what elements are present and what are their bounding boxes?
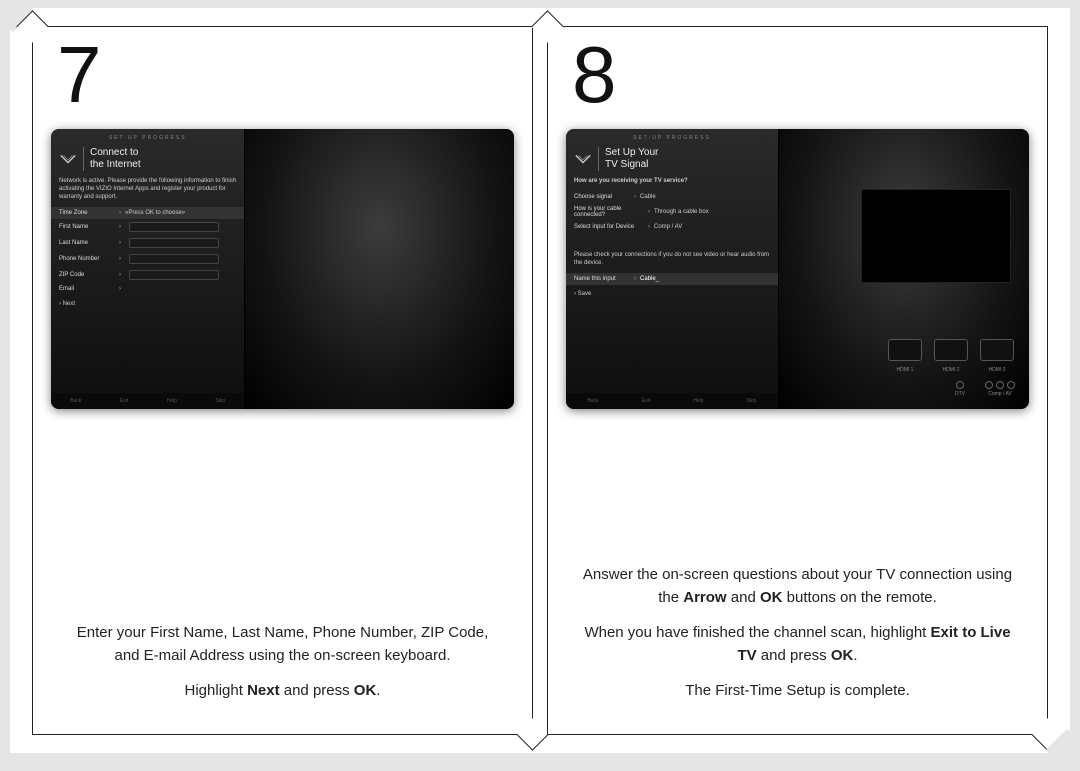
tv-title-line1: Connect to bbox=[90, 147, 138, 158]
tv-progress-header: SET-UP PROGRESS bbox=[59, 135, 236, 141]
tv-title-line2: TV Signal bbox=[605, 159, 648, 170]
row-name-input[interactable]: Name this input › Cable_ bbox=[566, 273, 778, 285]
tv-screenshot-tv-signal: SET-UP PROGRESS Set Up Your TV Signal Ho… bbox=[566, 129, 1029, 409]
footer-skip[interactable]: Skip bbox=[215, 398, 225, 404]
chevron-right-icon: › bbox=[119, 272, 121, 278]
row-time-zone[interactable]: Time Zone › «Press OK to choose» bbox=[51, 207, 244, 219]
last-name-field[interactable] bbox=[129, 238, 219, 248]
tv-question: How are you receiving your TV service? bbox=[574, 177, 770, 185]
input-thumbnails: HDMI 1 HDMI 2 HDMI 3 bbox=[887, 339, 1015, 373]
tv-title: Set Up Your TV Signal bbox=[605, 147, 658, 171]
footer-help[interactable]: Help bbox=[167, 398, 177, 404]
tv-title-line2: the Internet bbox=[90, 159, 141, 170]
av-inputs-row: DTV Comp / AV bbox=[955, 381, 1015, 397]
first-name-label: First Name bbox=[59, 224, 115, 230]
hdmi3-label: HDMI 3 bbox=[989, 367, 1006, 373]
tv-left-pane: SET-UP PROGRESS Connect to the Internet … bbox=[51, 129, 245, 409]
hdmi1-thumb[interactable] bbox=[888, 339, 922, 361]
cable-connected-value: Through a cable box bbox=[654, 209, 709, 215]
row-first-name[interactable]: First Name › bbox=[59, 219, 236, 235]
zip-field[interactable] bbox=[129, 270, 219, 280]
compav-input[interactable]: Comp / AV bbox=[985, 381, 1015, 397]
step-number: 7 bbox=[57, 29, 100, 121]
footer-back[interactable]: Back bbox=[70, 398, 81, 404]
footer-skip[interactable]: Skip bbox=[747, 398, 757, 404]
next-button[interactable]: › Next bbox=[59, 301, 236, 307]
chevron-right-icon: › bbox=[119, 224, 121, 230]
vizio-logo-icon bbox=[574, 153, 592, 165]
tv-title: Connect to the Internet bbox=[90, 147, 141, 171]
hdmi2-thumb[interactable] bbox=[934, 339, 968, 361]
tv-title-row: Set Up Your TV Signal bbox=[574, 147, 770, 171]
name-input-label: Name this input bbox=[574, 276, 630, 282]
tv-progress-header: SET-UP PROGRESS bbox=[574, 135, 770, 141]
title-separator bbox=[598, 147, 599, 171]
email-label: Email bbox=[59, 286, 115, 292]
chevron-right-icon: › bbox=[648, 224, 650, 230]
preview-window bbox=[861, 189, 1011, 283]
hdmi3-thumb[interactable] bbox=[980, 339, 1014, 361]
dtv-label: DTV bbox=[955, 391, 965, 397]
row-zip[interactable]: ZIP Code › bbox=[59, 267, 236, 283]
tv-right-pane: HDMI 1 HDMI 2 HDMI 3 DTV Comp / AV bbox=[779, 129, 1029, 409]
tv-footer: Back Exit Help Skip bbox=[51, 393, 244, 409]
row-email[interactable]: Email › bbox=[59, 283, 236, 295]
chevron-right-icon: › bbox=[119, 256, 121, 262]
footer-exit[interactable]: Exit bbox=[642, 398, 650, 404]
dtv-input[interactable]: DTV bbox=[955, 381, 965, 397]
tv-left-pane: SET-UP PROGRESS Set Up Your TV Signal Ho… bbox=[566, 129, 779, 409]
select-input-value: Comp / AV bbox=[654, 224, 682, 230]
choose-signal-label: Choose signal bbox=[574, 194, 630, 200]
row-cable-connected[interactable]: How is your cable connected? › Through a… bbox=[574, 203, 770, 221]
tv-screenshot-connect-internet: SET-UP PROGRESS Connect to the Internet … bbox=[51, 129, 514, 409]
tv-title-row: Connect to the Internet bbox=[59, 147, 236, 171]
step-number: 8 bbox=[572, 29, 615, 121]
chevron-right-icon: › bbox=[648, 209, 650, 215]
first-name-field[interactable] bbox=[129, 222, 219, 232]
footer-help[interactable]: Help bbox=[693, 398, 703, 404]
step-7-instructions: Enter your First Name, Last Name, Phone … bbox=[63, 591, 503, 714]
hdmi2-label: HDMI 2 bbox=[943, 367, 960, 373]
instruction-line-2: When you have finished the channel scan,… bbox=[578, 621, 1018, 667]
row-phone[interactable]: Phone Number › bbox=[59, 251, 236, 267]
row-select-input[interactable]: Select input for Device › Comp / AV bbox=[574, 221, 770, 233]
instruction-line-1: Answer the on-screen questions about you… bbox=[578, 563, 1018, 609]
compav-label: Comp / AV bbox=[988, 391, 1012, 397]
last-name-label: Last Name bbox=[59, 240, 115, 246]
manual-spread: 7 SET-UP PROGRESS Connect to the Interne… bbox=[10, 8, 1070, 753]
chevron-right-icon: › bbox=[634, 194, 636, 200]
vizio-logo-icon bbox=[59, 153, 77, 165]
chevron-right-icon: › bbox=[119, 286, 121, 292]
instruction-line-1: Enter your First Name, Last Name, Phone … bbox=[63, 621, 503, 667]
tv-title-line1: Set Up Your bbox=[605, 147, 658, 158]
step-8-instructions: Answer the on-screen questions about you… bbox=[578, 533, 1018, 714]
tv-footer: Back Exit Help Skip bbox=[566, 393, 778, 409]
tv-right-pane bbox=[245, 129, 514, 409]
phone-field[interactable] bbox=[129, 254, 219, 264]
instruction-line-3: The First-Time Setup is complete. bbox=[578, 679, 1018, 702]
cable-connected-label: How is your cable connected? bbox=[574, 206, 644, 218]
name-input-value: Cable_ bbox=[640, 276, 659, 282]
chevron-right-icon: › bbox=[119, 210, 121, 216]
step-7-panel: 7 SET-UP PROGRESS Connect to the Interne… bbox=[32, 26, 533, 735]
save-button[interactable]: › Save bbox=[574, 291, 770, 297]
row-choose-signal[interactable]: Choose signal › Cable bbox=[574, 191, 770, 203]
footer-exit[interactable]: Exit bbox=[120, 398, 128, 404]
chevron-right-icon: › bbox=[634, 276, 636, 282]
instruction-line-2: Highlight Next and press OK. bbox=[63, 679, 503, 702]
connection-note: Please check your connections if you do … bbox=[574, 251, 770, 267]
time-zone-value: «Press OK to choose» bbox=[125, 210, 185, 216]
step-8-panel: 8 SET-UP PROGRESS Set Up Your TV Signal … bbox=[547, 26, 1048, 735]
select-input-label: Select input for Device bbox=[574, 224, 644, 230]
title-separator bbox=[83, 147, 84, 171]
chevron-right-icon: › bbox=[119, 240, 121, 246]
hdmi1-label: HDMI 1 bbox=[897, 367, 914, 373]
row-last-name[interactable]: Last Name › bbox=[59, 235, 236, 251]
tv-description: Network is active. Please provide the fo… bbox=[59, 177, 236, 201]
footer-back[interactable]: Back bbox=[588, 398, 599, 404]
time-zone-label: Time Zone bbox=[59, 210, 115, 216]
choose-signal-value: Cable bbox=[640, 194, 656, 200]
phone-label: Phone Number bbox=[59, 256, 115, 262]
zip-label: ZIP Code bbox=[59, 272, 115, 278]
